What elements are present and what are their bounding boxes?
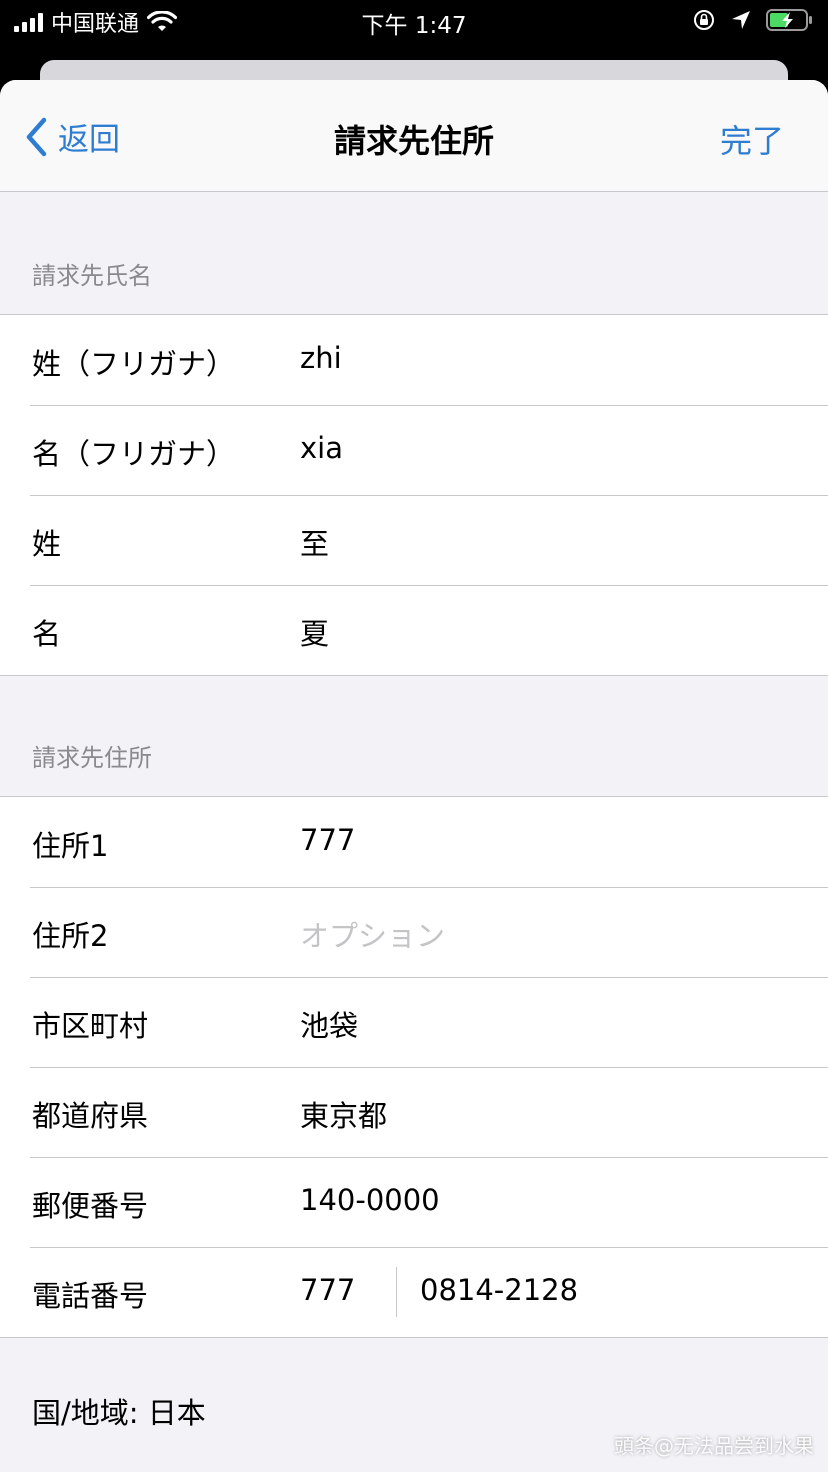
- first-name-row[interactable]: 名 夏: [0, 585, 828, 675]
- address2-row[interactable]: 住所2 オプション: [0, 887, 828, 977]
- furigana-last-name-row[interactable]: 姓（フリガナ） zhi: [0, 315, 828, 405]
- done-button[interactable]: 完了: [720, 116, 784, 162]
- furigana-first-name-row[interactable]: 名（フリガナ） xia: [0, 405, 828, 495]
- address1-field[interactable]: 777: [300, 823, 355, 857]
- row-label: 名（フリガナ）: [32, 437, 236, 471]
- prefecture-row[interactable]: 都道府県 東京都: [0, 1067, 828, 1157]
- name-group: 姓（フリガナ） zhi 名（フリガナ） xia 姓 至 名 夏: [0, 314, 828, 676]
- row-label: 電話番号: [32, 1279, 149, 1313]
- last-name-field[interactable]: 至: [300, 521, 329, 563]
- row-label: 住所1: [32, 829, 109, 863]
- page-title: 請求先住所: [333, 122, 494, 160]
- address2-field[interactable]: オプション: [300, 913, 445, 955]
- address-section-header: 請求先住所: [32, 744, 152, 772]
- phone-area-code-field[interactable]: 777: [300, 1273, 355, 1307]
- row-label: 市区町村: [32, 1009, 149, 1043]
- phone-number-field[interactable]: 0814-2128: [420, 1273, 578, 1307]
- address-group: 住所1 777 住所2 オプション 市区町村 池袋 都道府県 東京都 郵便番号 …: [0, 796, 828, 1338]
- row-label: 住所2: [32, 919, 109, 953]
- city-field[interactable]: 池袋: [300, 1003, 358, 1045]
- row-label: 郵便番号: [32, 1189, 149, 1223]
- last-name-row[interactable]: 姓 至: [0, 495, 828, 585]
- first-name-field[interactable]: 夏: [300, 611, 329, 653]
- address1-row[interactable]: 住所1 777: [0, 797, 828, 887]
- row-label: 名: [32, 617, 62, 651]
- battery-icon: [766, 9, 812, 31]
- name-section-header: 請求先氏名: [32, 262, 152, 290]
- region-label: 国/地域: 日本: [32, 1396, 206, 1430]
- location-arrow-icon: [732, 11, 750, 29]
- postal-code-field[interactable]: 140-0000: [300, 1183, 440, 1217]
- phone-divider: [396, 1267, 397, 1317]
- postal-code-row[interactable]: 郵便番号 140-0000: [0, 1157, 828, 1247]
- phone-row[interactable]: 電話番号 777 0814-2128: [0, 1247, 828, 1337]
- city-row[interactable]: 市区町村 池袋: [0, 977, 828, 1067]
- furigana-first-name-field[interactable]: xia: [300, 431, 343, 465]
- row-label: 姓: [32, 527, 62, 561]
- prefecture-field[interactable]: 東京都: [300, 1093, 387, 1135]
- status-bar: 中国联通 下午 1:47: [0, 0, 828, 60]
- orientation-lock-icon: [694, 10, 714, 30]
- billing-address-sheet: 返回 請求先住所 完了 請求先氏名 姓（フリガナ） zhi 名（フリガナ） xi…: [0, 80, 828, 1472]
- furigana-last-name-field[interactable]: zhi: [300, 341, 342, 375]
- row-label: 姓（フリガナ）: [32, 347, 236, 381]
- navigation-bar: 返回 請求先住所 完了: [0, 80, 828, 192]
- status-right: [692, 8, 814, 32]
- row-label: 都道府県: [32, 1099, 149, 1133]
- watermark: 頭条@无法品尝到水果: [614, 1434, 814, 1458]
